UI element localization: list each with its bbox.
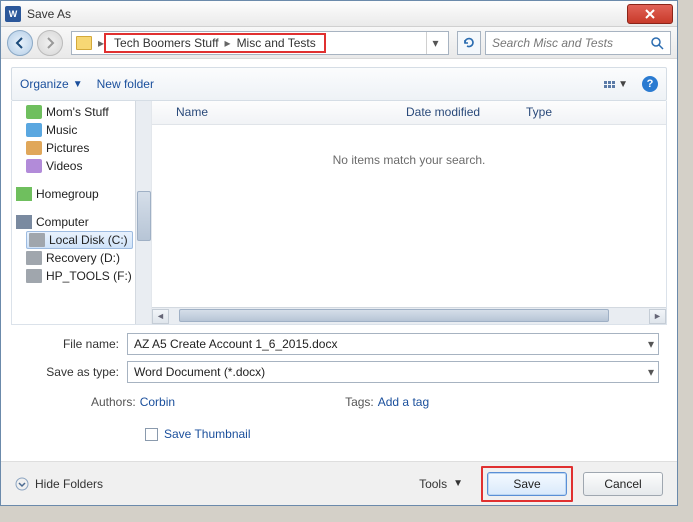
metadata-row: Authors: Corbin Tags: Add a tag — [19, 395, 659, 409]
chevron-down-icon: ▼ — [453, 478, 463, 489]
tags-value[interactable]: Add a tag — [378, 395, 429, 409]
breadcrumb-segment-1[interactable]: Tech Boomers Stuff — [108, 36, 225, 50]
column-headers[interactable]: Name Date modified Type — [152, 101, 666, 125]
disk-icon — [26, 269, 42, 283]
tools-menu[interactable]: Tools▼ — [419, 477, 463, 491]
save-thumbnail-label: Save Thumbnail — [164, 427, 251, 441]
word-app-icon: W — [5, 6, 21, 22]
search-icon — [650, 36, 664, 50]
dropdown-icon[interactable]: ▾ — [648, 337, 654, 351]
authors-label: Authors: — [91, 395, 136, 409]
navigation-bar: ▸ Tech Boomers Stuff ▸ Misc and Tests ▾ … — [1, 27, 677, 59]
column-type[interactable]: Type — [526, 101, 552, 124]
music-icon — [26, 123, 42, 137]
back-button[interactable] — [7, 30, 33, 56]
tree-group-homegroup: Homegroup — [16, 185, 151, 203]
new-folder-button[interactable]: New folder — [97, 77, 154, 91]
tags-label: Tags: — [345, 395, 374, 409]
save-as-dialog: W Save As ▸ Tech Boomers Stuff ▸ Misc an… — [0, 0, 678, 506]
dropdown-icon[interactable]: ▾ — [648, 365, 654, 379]
tree-item: Pictures — [26, 139, 151, 157]
tree-scrollbar[interactable] — [135, 101, 151, 324]
scroll-right-button[interactable]: ► — [649, 309, 666, 324]
refresh-icon — [462, 36, 476, 50]
filename-input[interactable]: AZ A5 Create Account 1_6_2015.docx ▾ — [127, 333, 659, 355]
pictures-icon — [26, 141, 42, 155]
library-icon — [26, 105, 42, 119]
tree-item: HP_TOOLS (F:) — [26, 267, 151, 285]
collapse-icon — [15, 477, 29, 491]
close-icon — [644, 9, 656, 19]
toolbar: Organize▼ New folder ▼ ? — [11, 67, 667, 101]
scrollbar-track[interactable] — [169, 309, 649, 324]
close-button[interactable] — [627, 4, 673, 24]
forward-button[interactable] — [37, 30, 63, 56]
save-fields: File name: AZ A5 Create Account 1_6_2015… — [1, 325, 677, 441]
address-dropdown[interactable]: ▾ — [426, 32, 444, 54]
tree-group-computer: Computer — [16, 213, 151, 231]
help-button[interactable]: ? — [642, 76, 658, 92]
authors-value[interactable]: Corbin — [140, 395, 175, 409]
scroll-left-button[interactable]: ◄ — [152, 309, 169, 324]
tree-item: Videos — [26, 157, 151, 175]
chevron-down-icon: ▼ — [73, 79, 83, 90]
save-button[interactable]: Save — [487, 472, 567, 496]
titlebar: W Save As — [1, 1, 677, 27]
empty-message: No items match your search. — [152, 125, 666, 307]
view-options-button[interactable]: ▼ — [604, 79, 628, 90]
computer-icon — [16, 215, 32, 229]
column-date[interactable]: Date modified — [406, 101, 526, 124]
arrow-left-icon — [14, 37, 26, 49]
breadcrumb-highlight: Tech Boomers Stuff ▸ Misc and Tests — [104, 33, 326, 53]
dialog-footer: Hide Folders Tools▼ Save Cancel — [1, 461, 677, 505]
search-placeholder: Search Misc and Tests — [492, 36, 613, 50]
tree-item: Music — [26, 121, 151, 139]
horizontal-scrollbar[interactable]: ◄ ► — [152, 307, 666, 324]
search-input[interactable]: Search Misc and Tests — [485, 31, 671, 55]
disk-icon — [26, 251, 42, 265]
navigation-tree[interactable]: Mom's Stuff Music Pictures Videos Homegr… — [12, 101, 152, 324]
tree-item: Recovery (D:) — [26, 249, 151, 267]
cancel-button[interactable]: Cancel — [583, 472, 663, 496]
explorer-split: Mom's Stuff Music Pictures Videos Homegr… — [11, 101, 667, 325]
saveastype-select[interactable]: Word Document (*.docx) ▾ — [127, 361, 659, 383]
disk-icon — [29, 233, 45, 247]
saveastype-label: Save as type: — [19, 365, 127, 379]
window-title: Save As — [27, 7, 71, 21]
tree-item-selected: Local Disk (C:) — [26, 231, 133, 249]
scrollbar-thumb[interactable] — [137, 191, 151, 241]
view-icon — [604, 81, 615, 88]
filename-label: File name: — [19, 337, 127, 351]
save-thumbnail-checkbox[interactable] — [145, 428, 158, 441]
homegroup-icon — [16, 187, 32, 201]
tree-item: Mom's Stuff — [26, 103, 151, 121]
address-bar[interactable]: ▸ Tech Boomers Stuff ▸ Misc and Tests ▾ — [71, 31, 449, 55]
folder-icon — [76, 36, 92, 50]
arrow-right-icon — [44, 37, 56, 49]
breadcrumb-segment-2[interactable]: Misc and Tests — [231, 36, 322, 50]
save-thumbnail-row[interactable]: Save Thumbnail — [19, 427, 659, 441]
column-name[interactable]: Name — [176, 101, 406, 124]
refresh-button[interactable] — [457, 31, 481, 55]
save-button-highlight: Save — [481, 466, 573, 502]
organize-menu[interactable]: Organize▼ — [20, 77, 83, 91]
videos-icon — [26, 159, 42, 173]
scrollbar-thumb[interactable] — [179, 309, 609, 322]
chevron-down-icon: ▼ — [618, 79, 628, 90]
hide-folders-button[interactable]: Hide Folders — [15, 477, 103, 491]
file-list-pane: Name Date modified Type No items match y… — [152, 101, 666, 324]
